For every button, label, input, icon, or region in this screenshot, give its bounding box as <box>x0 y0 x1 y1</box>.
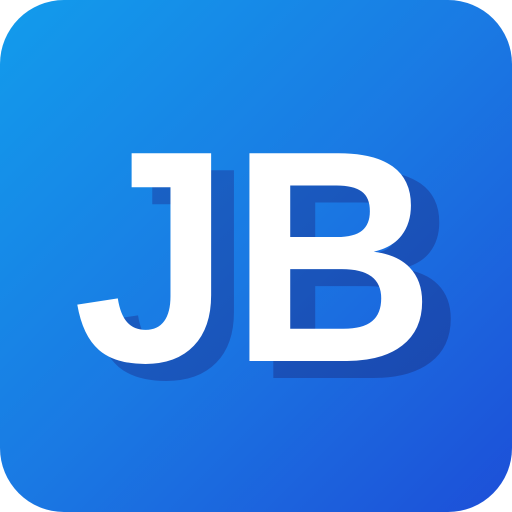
app-icon: JB JB <box>0 0 512 512</box>
monogram-text: JB <box>73 88 435 425</box>
monogram-logo: JB JB <box>73 88 464 442</box>
